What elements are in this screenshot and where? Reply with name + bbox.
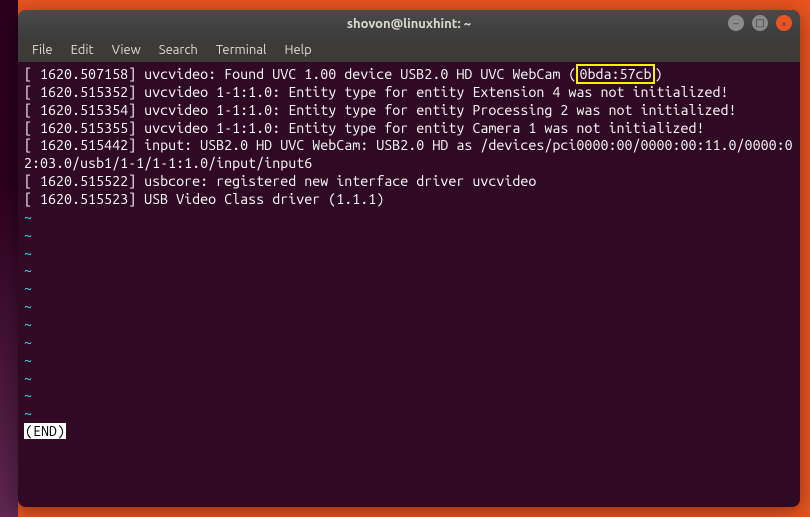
- menu-help[interactable]: Help: [276, 41, 319, 59]
- pager-tilde: ~: [24, 262, 32, 278]
- menu-search[interactable]: Search: [151, 41, 206, 59]
- terminal-output[interactable]: [ 1620.507158] uvcvideo: Found UVC 1.00 …: [18, 62, 800, 507]
- pager-tilde: ~: [24, 316, 32, 332]
- menu-terminal[interactable]: Terminal: [208, 41, 275, 59]
- pager-tilde: ~: [24, 334, 32, 350]
- pager-tilde: ~: [24, 209, 32, 225]
- pager-tilde: ~: [24, 298, 32, 314]
- log-line: [ 1620.507158] uvcvideo: Found UVC 1.00 …: [24, 66, 576, 82]
- window-title: shovon@linuxhint: ~: [347, 17, 471, 31]
- menu-view[interactable]: View: [104, 41, 149, 59]
- titlebar[interactable]: shovon@linuxhint: ~ – □ ×: [18, 10, 800, 38]
- log-line: [ 1620.515355] uvcvideo 1-1:1.0: Entity …: [24, 120, 705, 136]
- pager-tilde: ~: [24, 352, 32, 368]
- pager-tilde: ~: [24, 227, 32, 243]
- menubar: File Edit View Search Terminal Help: [18, 38, 800, 62]
- log-line: [ 1620.515354] uvcvideo 1-1:1.0: Entity …: [24, 102, 737, 118]
- usb-id-highlight: 0bda:57cb: [576, 64, 654, 84]
- log-line: [ 1620.515442] input: USB2.0 HD UVC WebC…: [24, 137, 793, 171]
- close-button[interactable]: ×: [776, 15, 792, 31]
- minimize-icon: –: [734, 18, 739, 29]
- maximize-button[interactable]: □: [752, 15, 768, 31]
- pager-end-marker: (END): [24, 423, 66, 439]
- close-icon: ×: [781, 18, 787, 29]
- maximize-icon: □: [755, 17, 764, 29]
- terminal-window: shovon@linuxhint: ~ – □ × File Edit View…: [18, 10, 800, 507]
- pager-tilde: ~: [24, 405, 32, 421]
- pager-tilde: ~: [24, 245, 32, 261]
- log-line: [ 1620.515352] uvcvideo 1-1:1.0: Entity …: [24, 84, 729, 100]
- menu-edit[interactable]: Edit: [63, 41, 102, 59]
- pager-tilde: ~: [24, 370, 32, 386]
- menu-file[interactable]: File: [24, 41, 61, 59]
- log-line: [ 1620.515522] usbcore: registered new i…: [24, 173, 536, 189]
- pager-tilde: ~: [24, 280, 32, 296]
- pager-tilde: ~: [24, 387, 32, 403]
- window-controls: – □ ×: [728, 15, 792, 31]
- minimize-button[interactable]: –: [728, 15, 744, 31]
- log-line: [ 1620.515523] USB Video Class driver (1…: [24, 191, 384, 207]
- desktop-edge: [0, 0, 18, 517]
- log-line: ): [655, 66, 663, 82]
